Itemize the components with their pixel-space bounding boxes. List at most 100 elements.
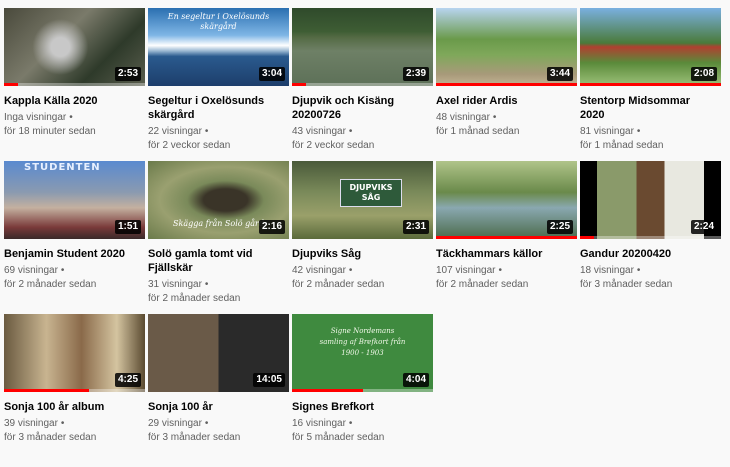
video-card[interactable]: En segeltur i Oxelösunds skärgård 3:04 Seg… <box>148 8 289 161</box>
video-thumbnail[interactable]: Signe Nordemans samling af Brefkort från… <box>292 314 433 392</box>
video-title-link[interactable]: Sonja 100 år <box>148 400 289 414</box>
meta-separator: • <box>204 279 209 290</box>
watch-progress-bar <box>436 236 577 239</box>
duration-badge: 2:53 <box>114 67 141 81</box>
video-title-link[interactable]: Gandur 20200420 <box>580 247 721 261</box>
video-meta: 81 visningar • <box>580 125 721 139</box>
upload-age: för 3 månader sedan <box>4 432 97 443</box>
meta-separator: • <box>636 265 641 276</box>
video-thumbnail[interactable]: DJUPVIKS SÅG 2:31 <box>292 161 433 239</box>
thumbnail-caption: En segeltur i Oxelösunds skärgård <box>167 12 270 31</box>
meta-separator: • <box>69 112 73 123</box>
meta-separator: • <box>204 126 209 137</box>
view-count: 42 visningar <box>292 265 346 276</box>
watch-progress-bar <box>292 83 433 86</box>
video-card[interactable]: 3:44 Axel rider Ardis 48 visningar • för 1 m… <box>436 8 577 161</box>
duration-badge: 2:31 <box>402 220 429 234</box>
video-card[interactable]: DJUPVIKS SÅG 2:31 Djupviks Såg 42 visningar… <box>292 161 433 314</box>
view-count: 29 visningar <box>148 418 202 429</box>
duration-badge: 1:51 <box>114 220 141 234</box>
meta-separator: • <box>492 112 497 123</box>
meta-separator: • <box>348 418 353 429</box>
video-title-link[interactable]: Stentorp Midsommar 2020 <box>580 94 721 122</box>
video-card[interactable]: Skägga från Solö gård 2:16 Solö gamla tomt… <box>148 161 289 314</box>
video-meta: Inga visningar • <box>4 111 145 125</box>
watch-progress-bar <box>4 83 145 86</box>
watch-progress-bar <box>4 389 145 392</box>
watch-progress-bar <box>148 236 289 239</box>
video-card[interactable]: 2:53 Kappla Källa 2020 Inga visningar • för … <box>4 8 145 161</box>
upload-age: för 5 månader sedan <box>292 432 385 443</box>
video-title-link[interactable]: Axel rider Ardis <box>436 94 577 108</box>
duration-badge: 14:05 <box>253 373 285 387</box>
video-meta: 42 visningar • <box>292 264 433 278</box>
watch-progress-fill <box>580 83 721 86</box>
video-card[interactable]: 2:24 Gandur 20200420 18 visningar • för 3 må… <box>580 161 721 314</box>
video-thumbnail[interactable]: Skägga från Solö gård 2:16 <box>148 161 289 239</box>
video-meta: 18 visningar • <box>580 264 721 278</box>
watch-progress-bar <box>148 83 289 86</box>
video-thumbnail[interactable]: 4:25 <box>4 314 145 392</box>
upload-age: för 2 veckor sedan <box>148 140 231 151</box>
video-card[interactable]: 2:39 Djupvik och Kisäng 20200726 43 visnin… <box>292 8 433 161</box>
upload-age: för 2 månader sedan <box>292 279 385 290</box>
watch-progress-bar <box>148 389 289 392</box>
upload-age: för 3 månader sedan <box>148 432 241 443</box>
duration-badge: 2:24 <box>690 220 717 234</box>
video-thumbnail[interactable]: 2:53 <box>4 8 145 86</box>
video-title-link[interactable]: Kappla Källa 2020 <box>4 94 145 108</box>
video-card[interactable]: 14:05 Sonja 100 år 29 visningar • för 3 måna… <box>148 314 289 467</box>
video-card[interactable]: 4:25 Sonja 100 år album 39 visningar • för 3… <box>4 314 145 467</box>
video-title-link[interactable]: Sonja 100 år album <box>4 400 145 414</box>
video-title-link[interactable]: Djupvik och Kisäng 20200726 <box>292 94 433 122</box>
watch-progress-bar <box>580 83 721 86</box>
duration-badge: 3:04 <box>258 67 285 81</box>
video-thumbnail[interactable]: 2:08 <box>580 8 721 86</box>
video-thumbnail[interactable]: 14:05 <box>148 314 289 392</box>
upload-age: för 2 månader sedan <box>148 293 241 304</box>
video-card[interactable]: Signe Nordemans samling af Brefkort från… <box>292 314 433 467</box>
watch-progress-fill <box>292 389 363 392</box>
view-count: Inga visningar <box>4 112 67 123</box>
video-card[interactable]: 2:08 Stentorp Midsommar 2020 81 visningar •… <box>580 8 721 161</box>
video-thumbnail[interactable]: STUDENTEN 1:51 <box>4 161 145 239</box>
watch-progress-bar <box>4 236 145 239</box>
duration-badge: 2:39 <box>402 67 429 81</box>
view-count: 43 visningar <box>292 126 346 137</box>
watch-progress-bar <box>580 236 721 239</box>
duration-badge: 3:44 <box>546 67 573 81</box>
upload-age: för 1 månad sedan <box>580 140 664 151</box>
meta-separator: • <box>348 126 353 137</box>
video-title-link[interactable]: Signes Brefkort <box>292 400 433 414</box>
video-thumbnail[interactable]: 2:39 <box>292 8 433 86</box>
upload-age: för 2 månader sedan <box>4 279 97 290</box>
video-meta: 107 visningar • <box>436 264 577 278</box>
video-meta: 69 visningar • <box>4 264 145 278</box>
video-thumbnail[interactable]: 2:25 <box>436 161 577 239</box>
duration-badge: 4:25 <box>114 373 141 387</box>
video-thumbnail[interactable]: 2:24 <box>580 161 721 239</box>
meta-separator: • <box>204 418 209 429</box>
video-meta: 29 visningar • <box>148 417 289 431</box>
video-title-link[interactable]: Benjamin Student 2020 <box>4 247 145 261</box>
video-title-link[interactable]: Djupviks Såg <box>292 247 433 261</box>
meta-separator: • <box>348 265 353 276</box>
meta-separator: • <box>60 418 65 429</box>
view-count: 31 visningar <box>148 279 202 290</box>
duration-badge: 2:08 <box>690 67 717 81</box>
video-card[interactable]: STUDENTEN 1:51 Benjamin Student 2020 69 vis… <box>4 161 145 314</box>
watch-progress-fill <box>4 83 19 86</box>
view-count: 107 visningar <box>436 265 496 276</box>
view-count: 39 visningar <box>4 418 58 429</box>
video-title-link[interactable]: Täckhammars källor <box>436 247 577 261</box>
video-card[interactable]: 2:25 Täckhammars källor 107 visningar • för … <box>436 161 577 314</box>
video-thumbnail[interactable]: 3:44 <box>436 8 577 86</box>
watch-progress-fill <box>436 236 577 239</box>
video-thumbnail[interactable]: En segeltur i Oxelösunds skärgård 3:04 <box>148 8 289 86</box>
duration-badge: 4:04 <box>402 373 429 387</box>
video-title-link[interactable]: Segeltur i Oxelösunds skärgård <box>148 94 289 122</box>
video-meta: 22 visningar • <box>148 125 289 139</box>
video-grid: 2:53 Kappla Källa 2020 Inga visningar • för … <box>4 8 721 467</box>
video-title-link[interactable]: Solö gamla tomt vid Fjällskär <box>148 247 289 275</box>
view-count: 48 visningar <box>436 112 490 123</box>
